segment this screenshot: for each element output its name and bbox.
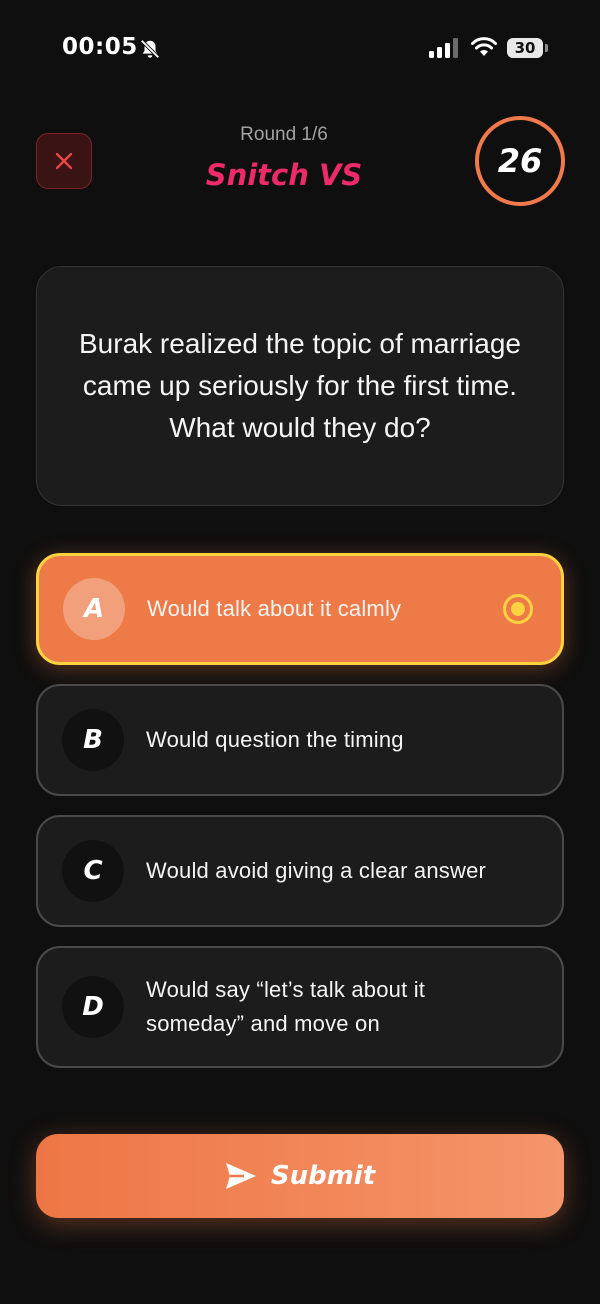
option-letter: B [62,709,124,771]
question-card: Burak realized the topic of marriage cam… [36,266,564,506]
question-text: Burak realized the topic of marriage cam… [79,328,521,443]
submit-label: Submit [270,1161,376,1191]
option-text: Would avoid giving a clear answer [146,858,487,883]
bell-slash-icon [140,39,160,59]
option-d[interactable]: D Would say “let’s talk about it someday… [36,946,564,1068]
option-b[interactable]: B Would question the timing [36,684,564,796]
battery-icon: 30 [507,38,548,58]
option-c[interactable]: C Would avoid giving a clear answer [36,815,564,927]
status-bar: 00:05 30 [0,0,600,96]
option-letter: A [63,578,125,640]
radio-dot [511,602,525,616]
quiz-screen: 00:05 30 Round 1/6 Snitch VS 26 Burak re… [0,0,600,1304]
countdown-timer: 26 [475,116,565,206]
option-text: Would question the timing [146,727,404,752]
option-text: Would say “let’s talk about it someday” … [146,977,426,1036]
cellular-signal-icon [429,38,458,58]
status-time: 00:05 [62,34,138,60]
option-text: Would talk about it calmly [147,596,402,621]
option-a[interactable]: A Would talk about it calmly [36,553,564,665]
option-letter: C [62,840,124,902]
submit-button[interactable]: Submit [36,1134,564,1218]
option-letter: D [62,976,124,1038]
battery-level: 30 [514,39,536,57]
timer-value: 26 [497,142,543,180]
radio-selected-icon [503,594,533,624]
wifi-icon [471,37,497,56]
send-icon [225,1163,256,1189]
